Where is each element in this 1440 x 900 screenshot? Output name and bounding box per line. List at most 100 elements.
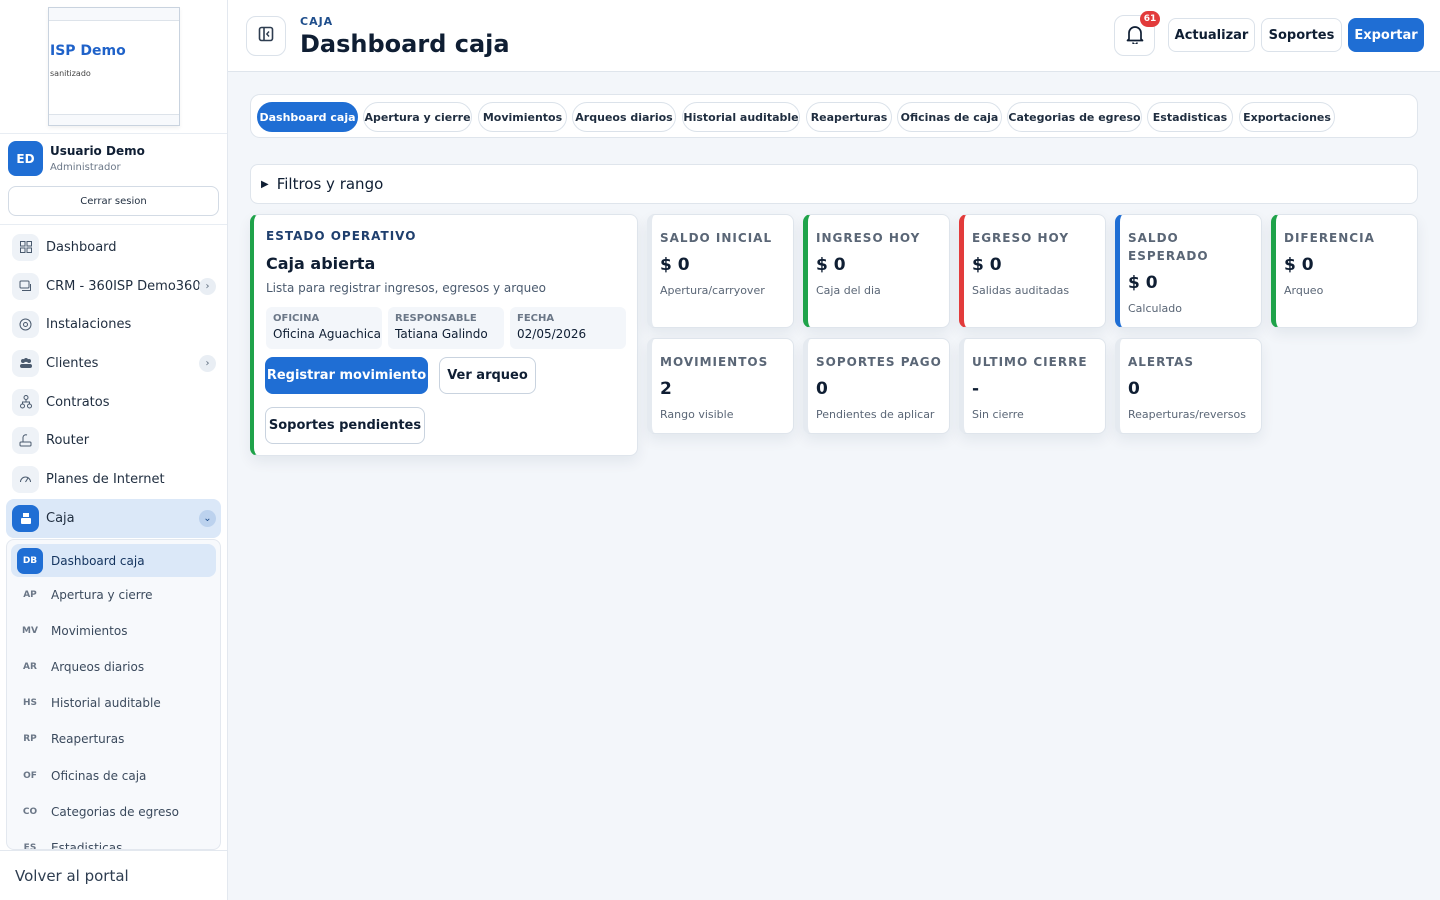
chat-icon bbox=[12, 272, 39, 300]
tab-apertura-cierre[interactable]: Apertura y cierre bbox=[363, 102, 472, 132]
info-value: Oficina Aguachica bbox=[273, 327, 381, 341]
subnav-code: CO bbox=[22, 806, 38, 817]
tab-exportaciones[interactable]: Exportaciones bbox=[1239, 102, 1335, 132]
refresh-button[interactable]: Actualizar bbox=[1168, 18, 1255, 52]
register-movement-button[interactable]: Registrar movimiento bbox=[265, 357, 428, 394]
app: ISP Demo sanitizado ED Usuario Demo Admi… bbox=[0, 0, 1440, 900]
user-profile: ED Usuario Demo Administrador bbox=[8, 141, 220, 177]
info-label: OFICINA bbox=[273, 313, 320, 324]
tab-reaperturas[interactable]: Reaperturas bbox=[806, 102, 892, 132]
kpi-title: MOVIMIENTOS bbox=[660, 355, 769, 369]
kpi-card-ingreso-hoy: INGRESO HOY $ 0 Caja del dia bbox=[803, 214, 950, 328]
sidebar-item-label: Planes de Internet bbox=[46, 471, 165, 487]
sidebar-item-planes[interactable]: Planes de Internet bbox=[6, 460, 221, 499]
notifications-button[interactable]: 61 bbox=[1114, 11, 1160, 56]
grid-icon bbox=[12, 233, 39, 261]
divider bbox=[0, 224, 227, 225]
caret-right-icon: ▶ bbox=[261, 178, 269, 190]
kpi-title: DIFERENCIA bbox=[1284, 231, 1375, 245]
sidebar-item-router[interactable]: Router bbox=[6, 421, 221, 460]
tab-estadisticas[interactable]: Estadisticas bbox=[1147, 102, 1233, 132]
subnav-item-reaperturas[interactable]: RP Reaperturas bbox=[7, 721, 220, 757]
logo-title: ISP Demo bbox=[50, 43, 126, 59]
speed-icon bbox=[12, 465, 39, 493]
kpi-subtitle: Apertura/carryover bbox=[660, 284, 765, 297]
back-to-portal-link[interactable]: Volver al portal bbox=[0, 850, 227, 900]
info-value: Tatiana Galindo bbox=[395, 327, 488, 341]
sidebar-item-label: Router bbox=[46, 433, 90, 449]
subnav-item-oficinas[interactable]: OF Oficinas de caja bbox=[7, 757, 220, 793]
avatar: ED bbox=[8, 141, 43, 176]
sidebar-item-label: Dashboard bbox=[46, 239, 117, 255]
kpi-title: SOPORTES PAGO bbox=[816, 355, 942, 369]
kpi-card-ultimo-cierre: ULTIMO CIERRE - Sin cierre bbox=[959, 338, 1106, 434]
status-eyebrow: ESTADO OPERATIVO bbox=[266, 229, 417, 243]
chevron-right-icon[interactable]: › bbox=[199, 355, 216, 373]
subnav-item-historial[interactable]: HS Historial auditable bbox=[7, 685, 220, 721]
logo[interactable]: ISP Demo sanitizado bbox=[48, 7, 180, 126]
subnav-code: OF bbox=[23, 770, 37, 781]
kpi-value: 2 bbox=[660, 379, 672, 399]
network-icon bbox=[12, 388, 39, 416]
user-name: Usuario Demo bbox=[50, 144, 145, 158]
tab-categorias-egreso[interactable]: Categorias de egreso bbox=[1007, 102, 1142, 132]
subnav-item-movimientos[interactable]: MV Movimientos bbox=[7, 613, 220, 649]
subnav-item-apertura[interactable]: AP Apertura y cierre bbox=[7, 577, 220, 613]
kpi-value: - bbox=[972, 379, 980, 399]
sidebar-toggle-button[interactable] bbox=[246, 16, 286, 56]
subnav-item-estadisticas[interactable]: ES Estadisticas bbox=[7, 830, 220, 849]
view-arqueo-button[interactable]: Ver arqueo bbox=[439, 357, 536, 394]
kpi-subtitle: Reaperturas/reversos bbox=[1128, 408, 1246, 421]
subnav-item-arqueos[interactable]: AR Arqueos diarios bbox=[7, 649, 220, 685]
subnav-label: Categorias de egreso bbox=[51, 804, 179, 819]
export-button[interactable]: Exportar bbox=[1348, 18, 1424, 52]
kpi-card-diferencia: DIFERENCIA $ 0 Arqueo bbox=[1271, 214, 1418, 328]
subnav-item-categorias[interactable]: CO Categorias de egreso bbox=[7, 794, 220, 830]
sidebar-item-dashboard[interactable]: Dashboard bbox=[6, 228, 221, 267]
subnav-label: Apertura y cierre bbox=[51, 588, 153, 603]
sidebar-item-clientes[interactable]: Clientes › bbox=[6, 344, 221, 383]
kpi-value: $ 0 bbox=[972, 255, 1002, 275]
kpi-subtitle: Calculado bbox=[1128, 302, 1183, 315]
subnav-code: RP bbox=[23, 734, 37, 745]
kpi-subtitle: Sin cierre bbox=[972, 408, 1024, 421]
tab-historial-auditable[interactable]: Historial auditable bbox=[682, 102, 800, 132]
pending-supports-button[interactable]: Soportes pendientes bbox=[265, 407, 425, 444]
sidebar-item-label: CRM - 360ISP Demo360 bbox=[46, 278, 201, 294]
sidebar-item-crm[interactable]: CRM - 360ISP Demo360 › bbox=[6, 267, 221, 306]
sidebar-item-instalaciones[interactable]: Instalaciones bbox=[6, 305, 221, 344]
kpi-title: INGRESO HOY bbox=[816, 231, 921, 245]
info-office: OFICINA Oficina Aguachica bbox=[266, 307, 382, 349]
chevron-down-icon[interactable]: ⌄ bbox=[199, 509, 216, 527]
sidebar-item-caja[interactable]: Caja ⌄ bbox=[6, 498, 221, 538]
sidebar-item-label: Contratos bbox=[46, 394, 110, 410]
target-icon bbox=[12, 311, 39, 339]
kpi-title: EGRESO HOY bbox=[972, 231, 1070, 245]
tab-dashboard-caja[interactable]: Dashboard caja bbox=[257, 102, 358, 132]
kpi-card-saldo-esperado: SALDO ESPERADO $ 0 Calculado bbox=[1115, 214, 1262, 328]
notification-badge: 61 bbox=[1140, 11, 1160, 27]
tab-oficinas-caja[interactable]: Oficinas de caja bbox=[897, 102, 1002, 132]
subnav-item-dashboard-caja[interactable]: DB Dashboard caja bbox=[11, 544, 216, 577]
bell-icon bbox=[1126, 24, 1144, 48]
filters-toggle[interactable]: ▶ Filtros y rango bbox=[250, 164, 1418, 204]
subnav-label: Oficinas de caja bbox=[51, 768, 147, 783]
kpi-subtitle: Arqueo bbox=[1284, 284, 1324, 297]
info-label: RESPONSABLE bbox=[395, 313, 477, 324]
kpi-card-soportes-pago: SOPORTES PAGO 0 Pendientes de aplicar bbox=[803, 338, 950, 434]
logo-area: ISP Demo sanitizado bbox=[0, 0, 227, 134]
logout-button[interactable]: Cerrar sesion bbox=[8, 186, 219, 216]
logo-subtitle: sanitizado bbox=[50, 69, 91, 78]
info-responsible: RESPONSABLE Tatiana Galindo bbox=[388, 307, 504, 349]
chevron-right-icon[interactable]: › bbox=[199, 277, 216, 295]
status-title: Caja abierta bbox=[266, 254, 376, 273]
router-icon bbox=[12, 427, 39, 455]
sidebar-item-contratos[interactable]: Contratos bbox=[6, 383, 221, 422]
kpi-value: 0 bbox=[1128, 379, 1140, 399]
subnav-label: Dashboard caja bbox=[51, 553, 145, 568]
tab-movimientos[interactable]: Movimientos bbox=[478, 102, 567, 132]
supports-button[interactable]: Soportes bbox=[1261, 18, 1342, 52]
tab-arqueos-diarios[interactable]: Arqueos diarios bbox=[572, 102, 676, 132]
page-eyebrow: CAJA bbox=[300, 15, 334, 28]
sidebar-item-label: Caja bbox=[46, 510, 75, 526]
